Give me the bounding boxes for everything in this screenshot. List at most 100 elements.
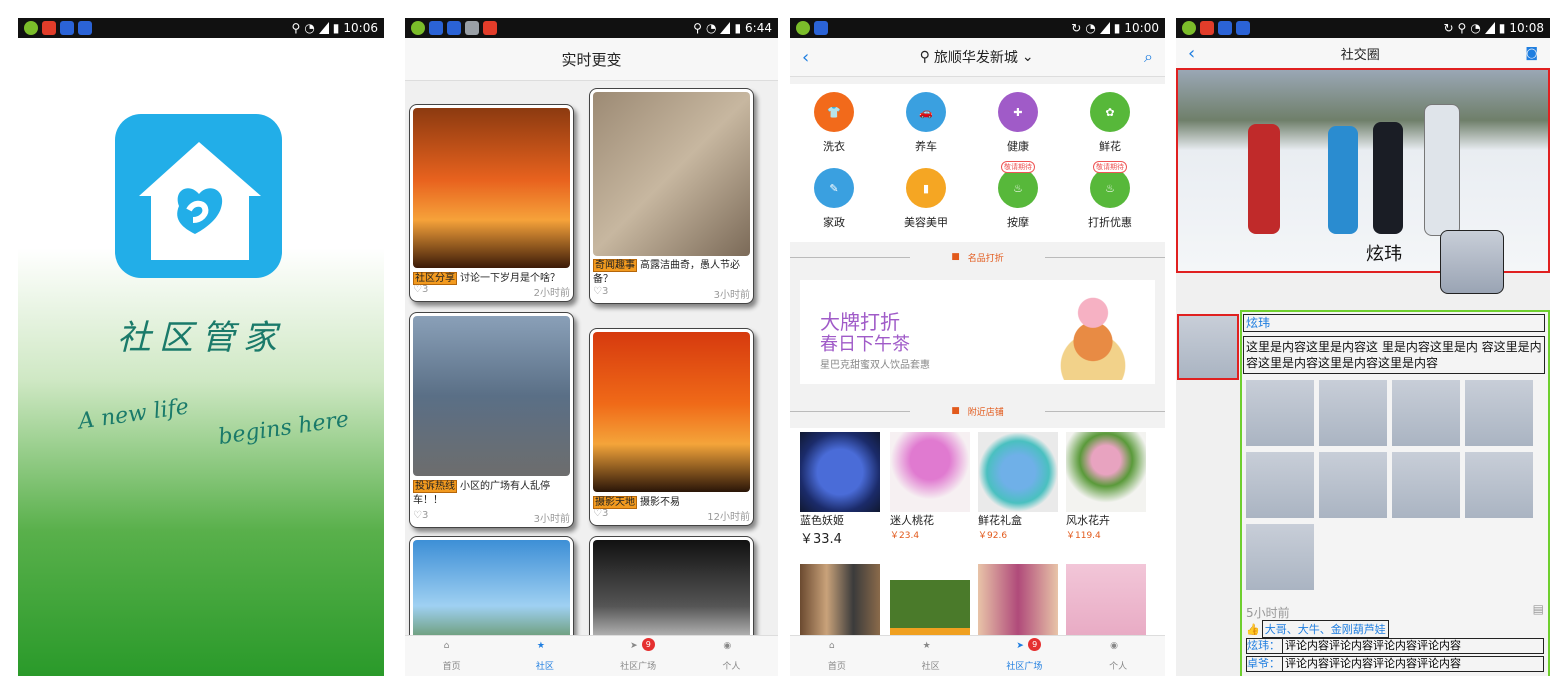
shop-name: 风水花卉 — [1066, 514, 1110, 527]
shop-item[interactable] — [1066, 564, 1148, 644]
broom-icon: ✎ — [814, 168, 854, 208]
category-health[interactable]: ✚ 健康 — [978, 92, 1058, 154]
shop-item[interactable] — [800, 564, 882, 644]
post-photo[interactable] — [1246, 452, 1314, 518]
social-screen: ↻ ⚲ ◔ ▮ 10:08 ‹ 社交圈 ◙ 炫玮 炫玮 这里是内容这里是内容这 … — [1176, 18, 1550, 676]
card-image — [593, 92, 750, 256]
battery-icon: ▮ — [1498, 21, 1506, 35]
category-laundry[interactable]: 👕 洗衣 — [794, 92, 874, 154]
post-photo[interactable] — [1465, 380, 1533, 446]
shop-image — [800, 564, 880, 644]
app-notification-icon — [60, 21, 74, 35]
feed-card[interactable]: 社区分享 讨论一下岁月是个啥？ ♡3 2小时前 — [409, 104, 574, 302]
shop-list: 蓝色妖姬 ￥33.4 迷人桃花 ￥23.4 鲜花礼盒 ￥92.6 风水花卉 ￥119.4 — [790, 428, 1165, 658]
location-icon: ⚲ — [693, 21, 702, 35]
card-image — [593, 540, 750, 636]
flower-icon: ✿ — [1090, 92, 1130, 132]
house-heart-icon — [139, 142, 261, 260]
app-notification-icon — [465, 21, 479, 35]
banner-line-3: 星巴克甜蜜双人饮品套惠 — [820, 360, 930, 371]
wifi-icon: ◔ — [304, 21, 315, 35]
post-photo[interactable] — [1465, 452, 1533, 518]
feed-card[interactable]: 奇闻趣事 高露洁曲奇，愚人节必备？ ♡3 3小时前 — [589, 88, 754, 304]
comment-text: 评论内容评论内容评论内容评论内容 — [1285, 657, 1461, 670]
comment-row[interactable]: 炫玮： 评论内容评论内容评论内容评论内容 — [1246, 638, 1544, 654]
shop-image — [890, 564, 970, 644]
discount-icon: 敬请期待 ♨ — [1090, 161, 1130, 208]
sync-icon: ↻ — [1443, 21, 1454, 35]
app-notification-icon — [1182, 21, 1196, 35]
tab-community[interactable]: ★ 社区 — [884, 636, 978, 676]
tab-home[interactable]: ⌂ 首页 — [790, 636, 884, 676]
feed-card[interactable] — [589, 536, 754, 636]
tab-square[interactable]: ➤ 社区广场 9 — [978, 636, 1072, 676]
camera-icon[interactable]: ◙ — [1525, 46, 1538, 61]
search-icon[interactable]: ⌕ — [1144, 47, 1153, 67]
back-icon[interactable]: ‹ — [1188, 43, 1195, 64]
comment-user[interactable]: 炫玮： — [1247, 639, 1283, 653]
home-icon: ⌂ — [828, 640, 835, 651]
post-author-avatar[interactable] — [1177, 314, 1239, 380]
category-beauty[interactable]: ▮ 美容美甲 — [886, 168, 966, 230]
post-photo[interactable] — [1246, 524, 1314, 590]
feed-list[interactable]: 社区分享 讨论一下岁月是个啥？ ♡3 2小时前 奇闻趣事 高露洁曲奇，愚人节必备？ ♡… — [405, 88, 778, 636]
post-photo[interactable] — [1392, 380, 1460, 446]
tab-profile[interactable]: ◉ 个人 — [1071, 636, 1165, 676]
shop-image — [978, 564, 1058, 644]
post-photo[interactable] — [1319, 380, 1387, 446]
likes-list[interactable]: 大哥、大牛、金刚葫芦娃 — [1261, 620, 1389, 638]
thumbs-up-icon[interactable]: 👍 — [1246, 623, 1260, 636]
category-car[interactable]: 🚗 养车 — [886, 92, 966, 154]
post-photo[interactable] — [1246, 380, 1314, 446]
profile-avatar[interactable] — [1440, 230, 1504, 294]
app-notification-icon — [24, 21, 38, 35]
tab-square[interactable]: ➤ 社区广场 9 — [592, 636, 685, 676]
feed-card[interactable]: 摄影天地 摄影不易 ♡3 12小时前 — [589, 328, 754, 526]
like-count: ♡3 — [593, 508, 609, 519]
sync-icon: ↻ — [1071, 21, 1082, 35]
medkit-icon: ✚ — [998, 92, 1038, 132]
feed-card[interactable]: 投诉热线 小区的广场有人乱停车！！ ♡3 3小时前 — [409, 312, 574, 528]
chevron-down-icon: ⌄ — [1021, 49, 1034, 65]
tab-home[interactable]: ⌂ 首页 — [405, 636, 498, 676]
comment-icon[interactable]: ▤ — [1533, 602, 1544, 616]
app-title: 社区管家 — [117, 318, 285, 358]
tab-community[interactable]: ★ 社区 — [498, 636, 591, 676]
shop-item[interactable] — [890, 564, 972, 644]
back-icon[interactable]: ‹ — [802, 47, 809, 68]
nav-bar: ‹ 社交圈 ◙ — [1176, 38, 1550, 69]
shop-item[interactable]: 风水花卉 ￥119.4 — [1066, 432, 1148, 541]
post-photo[interactable] — [1392, 452, 1460, 518]
comment-row[interactable]: 卓爷： 评论内容评论内容评论内容评论内容 — [1246, 656, 1544, 672]
signal-icon — [318, 22, 329, 34]
promo-banner[interactable]: 大牌打折 春日下午茶 星巴克甜蜜双人饮品套惠 — [800, 280, 1155, 384]
app-notification-icon — [1218, 21, 1232, 35]
shop-item[interactable] — [978, 564, 1060, 644]
category-flowers[interactable]: ✿ 鲜花 — [1070, 92, 1150, 154]
shop-item[interactable]: 迷人桃花 ￥23.4 — [890, 432, 972, 541]
cover-photo[interactable]: 炫玮 — [1176, 68, 1550, 294]
category-housekeeping[interactable]: ✎ 家政 — [794, 168, 874, 230]
post-author[interactable]: 炫玮 — [1243, 314, 1545, 332]
tab-profile[interactable]: ◉ 个人 — [685, 636, 778, 676]
shop-image — [978, 432, 1058, 512]
shop-name: 蓝色妖姬 — [800, 514, 844, 527]
category-massage[interactable]: 敬请期待 ♨ 按摩 — [978, 161, 1058, 230]
tag-icon: ■ — [951, 252, 960, 262]
feed-card[interactable] — [409, 536, 574, 636]
battery-icon: ▮ — [332, 21, 340, 35]
post-photo[interactable] — [1319, 452, 1387, 518]
tab-bar: ⌂ 首页 ★ 社区 ➤ 社区广场 9 ◉ 个人 — [405, 635, 778, 676]
shop-item[interactable]: 蓝色妖姬 ￥33.4 — [800, 432, 882, 547]
location-selector[interactable]: ⚲ 旅顺华发新城 ⌄ — [920, 47, 1034, 67]
section-header-brands: ■ 名品打折 — [790, 242, 1165, 272]
car-icon: 🚗 — [906, 92, 946, 132]
shop-icon: ■ — [951, 406, 960, 416]
comment-user[interactable]: 卓爷： — [1247, 657, 1283, 671]
cover-name: 炫玮 — [1366, 244, 1402, 265]
category-discount[interactable]: 敬请期待 ♨ 打折优惠 — [1070, 161, 1150, 230]
coming-soon-badge: 敬请期待 — [1001, 161, 1035, 173]
category-tag: 投诉热线 — [413, 480, 457, 493]
notification-badge: 9 — [641, 638, 655, 651]
shop-item[interactable]: 鲜花礼盒 ￥92.6 — [978, 432, 1060, 541]
